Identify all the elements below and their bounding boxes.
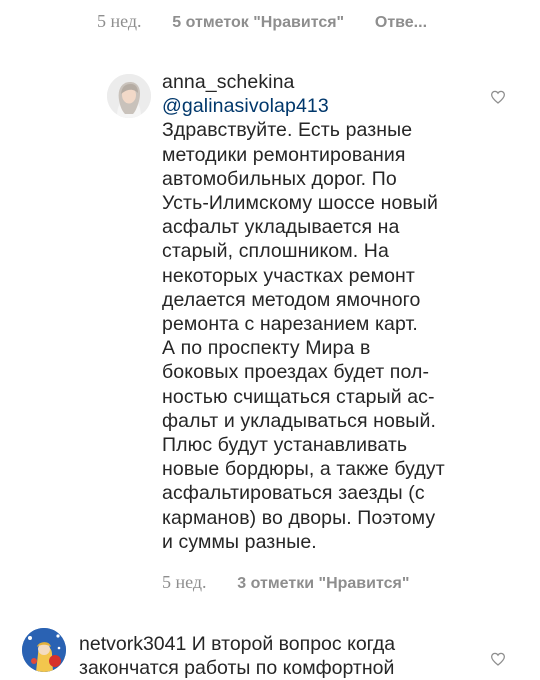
heart-outline-icon[interactable] (490, 90, 506, 104)
comment-time: 5 нед. (97, 11, 142, 31)
reply-button[interactable]: Отве... (375, 14, 427, 31)
comment-username[interactable]: anna_schekina (162, 70, 482, 94)
reply-comment: anna_schekina @galinasivolap413 Здравств… (162, 70, 482, 554)
reply-comment-meta: 5 нед. 3 отметки "Нравится" (162, 572, 409, 593)
user-avatar-photo-icon (107, 74, 151, 118)
avatar[interactable] (107, 74, 151, 118)
likes-count-link[interactable]: 5 отметок "Нравится" (172, 14, 344, 31)
heart-outline-icon[interactable] (490, 652, 506, 666)
avatar[interactable] (22, 628, 66, 672)
comment-time: 5 нед. (162, 572, 207, 592)
comment-username[interactable]: netvork3041 (79, 633, 186, 655)
top-comment-meta: 5 нед. 5 отметок "Нравится" Отве... (97, 11, 427, 32)
user-avatar-illustration-icon (22, 628, 66, 672)
likes-count-link[interactable]: 3 отметки "Нравится" (237, 575, 409, 592)
comment-text: Здравствуйте. Есть разные методики ремон… (162, 119, 445, 553)
comment-mention[interactable]: @galinasivolap413 (162, 94, 482, 118)
next-comment: netvork3041 И второй вопрос когда законч… (79, 632, 479, 680)
